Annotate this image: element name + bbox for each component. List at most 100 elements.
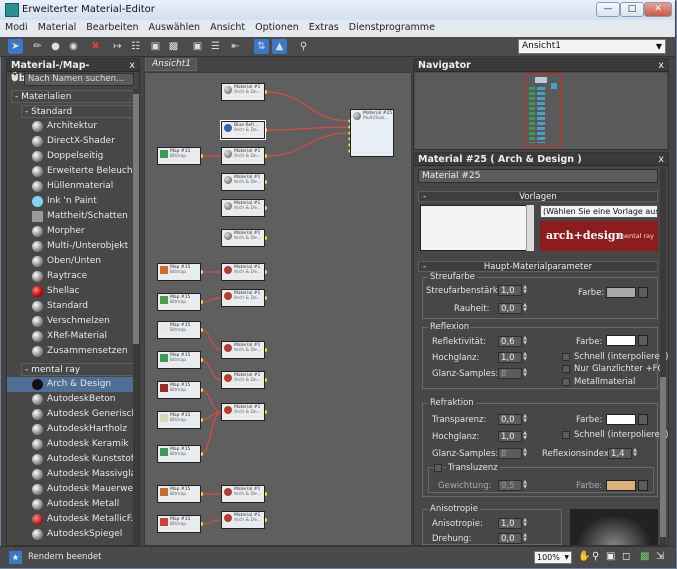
material-node[interactable]: Blue Refr... Arch & De... <box>220 120 266 140</box>
map-node[interactable]: Map #15 Bitmap <box>157 293 201 311</box>
map-node[interactable]: Map #15 Bitmap <box>157 445 201 463</box>
list-item[interactable]: Shellac <box>7 284 139 299</box>
list-item[interactable]: Autodesk Metall <box>7 497 139 512</box>
group-mental-ray[interactable]: - mental ray <box>21 363 137 376</box>
spinner-arrows-icon[interactable]: ▲ ▼ <box>522 518 528 529</box>
streu-input[interactable]: 1,0 <box>498 285 522 296</box>
search-input[interactable]: Nach Namen suchen... <box>24 73 134 86</box>
move-children-icon[interactable]: ↦ <box>110 39 125 54</box>
material-node[interactable]: Material #1 Arch & De... <box>221 511 265 529</box>
spinner-arrows-icon[interactable]: ▲ ▼ <box>522 285 528 296</box>
map-node[interactable]: Map #15 Bitmap <box>157 485 201 503</box>
list-item[interactable]: Raytrace <box>7 269 139 284</box>
assign-material-icon[interactable]: ◉ <box>66 39 81 54</box>
material-node[interactable]: Material #1 Arch & De... <box>221 199 265 217</box>
material-node[interactable]: Material #1 Arch & De... <box>221 263 265 281</box>
aniso-input[interactable]: 1,0 <box>498 518 522 529</box>
material-node[interactable]: Material #1 Arch & De... <box>221 371 265 389</box>
view-select[interactable]: Ansicht1 ▼ <box>518 39 666 54</box>
map-node[interactable]: Map #15 Bitmap <box>157 515 201 533</box>
reflection-color-swatch[interactable] <box>606 335 636 346</box>
menu-optionen[interactable]: Optionen <box>250 20 304 35</box>
put-to-scene-icon[interactable]: ● <box>48 39 63 54</box>
list-item[interactable]: AutodeskHartholz <box>7 422 139 437</box>
nur-glanzlichter-checkbox[interactable] <box>562 365 570 373</box>
layout-icon[interactable]: ☷ <box>128 39 143 54</box>
reflekt-input[interactable]: 0,6 <box>498 336 522 347</box>
list-item[interactable]: Arch & Design <box>7 377 139 392</box>
refraction-map-button[interactable] <box>638 414 648 425</box>
menu-ansicht[interactable]: Ansicht <box>205 20 250 35</box>
background-icon[interactable]: ▩ <box>166 39 181 54</box>
spinner-arrows-icon[interactable]: ▲ ▼ <box>522 448 528 459</box>
translucency-color-swatch[interactable] <box>606 480 636 491</box>
material-node[interactable]: Material #1 Arch & De... <box>221 341 265 359</box>
map-node[interactable]: Map #15 Bitmap <box>157 411 201 429</box>
map-node[interactable]: Map #15 Bitmap <box>157 321 201 339</box>
zoom-selected-icon[interactable]: ▩ <box>640 551 649 562</box>
maximize-button[interactable]: □ <box>620 2 644 17</box>
list-item[interactable]: DirectX-Shader <box>7 134 139 149</box>
rollout-vorlagen[interactable]: - Vorlagen <box>418 191 658 202</box>
browser-scrollbar-thumb[interactable] <box>133 94 139 344</box>
list-item[interactable]: Morpher <box>7 224 139 239</box>
minimize-button[interactable]: — <box>596 2 620 17</box>
close-button[interactable]: ✕ <box>644 2 672 17</box>
list-item[interactable]: AutodeskSpiegel <box>7 527 139 542</box>
menu-bearbeiten[interactable]: Bearbeiten <box>81 20 143 35</box>
group-materials[interactable]: - Materialien <box>11 90 137 103</box>
schnell-checkbox[interactable] <box>562 353 570 361</box>
map-node[interactable]: Map #15 Bitmap <box>157 263 201 281</box>
tab-ansicht1[interactable]: Ansicht1 <box>145 58 197 71</box>
menu-modi[interactable]: Modi <box>0 20 33 35</box>
spinner-arrows-icon[interactable]: ▲ ▼ <box>522 303 528 314</box>
material-node[interactable]: Material #1 Arch & De... <box>221 485 265 503</box>
close-icon[interactable]: x <box>658 59 664 72</box>
material-node[interactable]: Material #1 Arch & De... <box>221 403 265 421</box>
hierarchy-icon[interactable]: ☰ <box>208 39 223 54</box>
close-icon[interactable]: x <box>129 59 135 72</box>
group-standard[interactable]: - Standard <box>21 105 137 118</box>
menu-material[interactable]: Material <box>33 20 82 35</box>
zoom-icon[interactable]: ⚲ <box>296 39 311 54</box>
sample-type-icon[interactable]: ▣ <box>190 39 205 54</box>
r-hochglanz-input[interactable]: 1,0 <box>498 431 522 442</box>
list-item[interactable]: Autodesk Generisch <box>7 407 139 422</box>
zoom-extents-icon[interactable]: ◻ <box>622 551 630 562</box>
material-node[interactable]: Material #1 Arch & De... <box>221 83 265 101</box>
hochglanz-input[interactable]: 1,0 <box>498 352 522 363</box>
list-item[interactable]: Autodesk Kunststoff... <box>7 452 139 467</box>
list-item[interactable]: Architektur <box>7 119 139 134</box>
menu-auswaehlen[interactable]: Auswählen <box>143 20 205 35</box>
delete-icon[interactable]: ✖ <box>88 39 103 54</box>
close-icon[interactable]: x <box>658 153 664 166</box>
list-item[interactable]: Oben/Unten <box>7 254 139 269</box>
rollout-haupt[interactable]: - Haupt-Materialparameter <box>418 261 658 272</box>
gewichtung-input[interactable]: 0,5 <box>498 480 522 491</box>
material-node[interactable]: Material #25 Multi/Sub... <box>350 109 394 157</box>
select-tool-icon[interactable]: ➤ <box>8 39 23 54</box>
transluzenz-checkbox[interactable] <box>434 464 442 472</box>
menu-dienstprogramme[interactable]: Dienstprogramme <box>344 20 440 35</box>
navigator-canvas[interactable] <box>415 73 667 149</box>
reflection-map-button[interactable] <box>638 335 648 346</box>
list-item[interactable]: Doppelseitig <box>7 149 139 164</box>
list-item[interactable]: Autodesk MetallicF... <box>7 512 139 527</box>
diffuse-color-swatch[interactable] <box>606 287 636 298</box>
eyedropper-icon[interactable]: ✏ <box>30 39 45 54</box>
template-select[interactable]: (Wählen Sie eine Vorlage aus) <box>540 205 658 218</box>
material-node[interactable]: Material #1 Arch & De... <box>221 147 265 165</box>
list-item[interactable]: AutodeskBeton <box>7 392 139 407</box>
material-node[interactable]: Material #1 Arch & De... <box>221 289 265 307</box>
list-item[interactable]: Multi-/Unterobjekt <box>7 239 139 254</box>
spinner-arrows-icon[interactable]: ▲ ▼ <box>632 448 638 459</box>
browser-scrollbar[interactable] <box>133 89 139 545</box>
spinner-arrows-icon[interactable]: ▲ ▼ <box>522 431 528 442</box>
layout-children-icon[interactable]: ▲ <box>272 39 287 54</box>
menu-extras[interactable]: Extras <box>304 20 344 35</box>
map-node[interactable]: Map #15 Bitmap <box>157 147 201 165</box>
zoom-region-icon[interactable]: ▣ <box>606 551 615 562</box>
zoom-select[interactable]: 100% ▼ <box>534 551 572 564</box>
list-item[interactable]: Standard <box>7 299 139 314</box>
metallmaterial-checkbox[interactable] <box>562 378 570 386</box>
